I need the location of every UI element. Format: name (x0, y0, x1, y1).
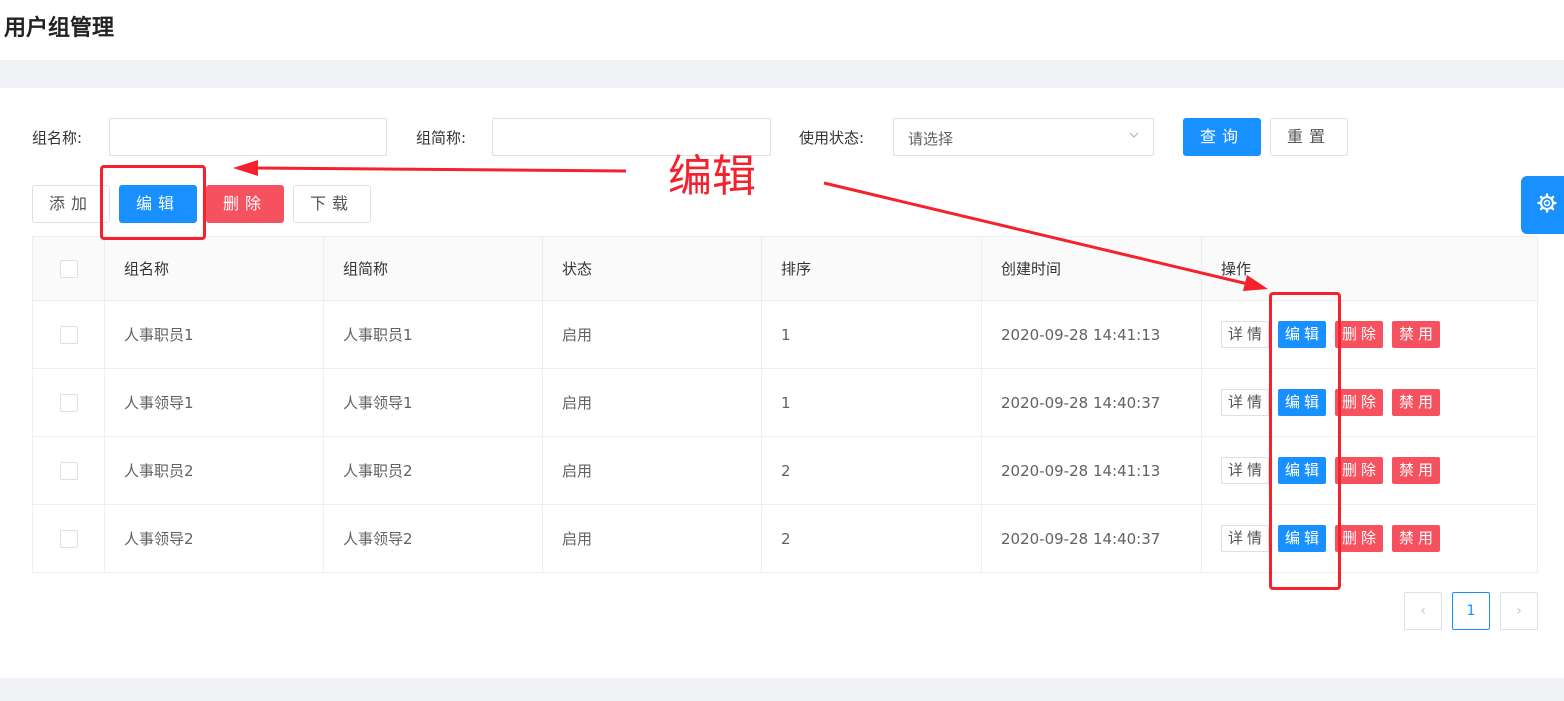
annotation-arrow-left (251, 166, 627, 173)
arrow-head-icon (233, 160, 258, 176)
annotation-arrow-right (823, 181, 1249, 286)
annotation-arrows (233, 160, 1268, 291)
arrow-head-icon (1243, 275, 1268, 291)
